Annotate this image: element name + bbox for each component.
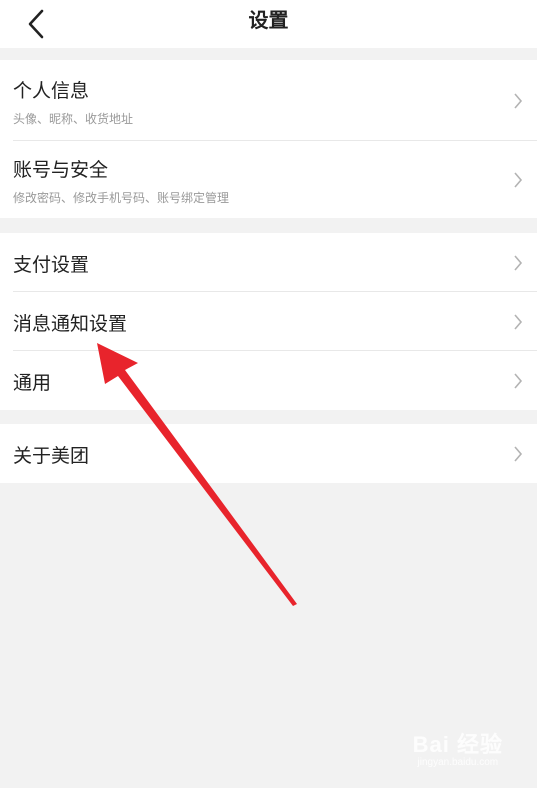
header-bar: 设置 (0, 0, 537, 48)
watermark-main: Bai 经验 (412, 732, 503, 757)
chevron-right-icon (514, 446, 523, 462)
settings-item-title: 账号与安全 (13, 159, 109, 181)
settings-item-personal-info[interactable]: 个人信息 头像、昵称、收货地址 (0, 60, 537, 140)
settings-item-title: 支付设置 (13, 254, 90, 276)
chevron-right-icon (514, 172, 523, 188)
settings-item-title: 关于美团 (13, 445, 90, 467)
settings-group-about: 关于美团 (0, 424, 537, 483)
settings-group-account: 个人信息 头像、昵称、收货地址 账号与安全 修改密码、修改手机号码、账号绑定管理 (0, 60, 537, 218)
settings-item-account-security[interactable]: 账号与安全 修改密码、修改手机号码、账号绑定管理 (0, 141, 537, 218)
settings-item-payment[interactable]: 支付设置 (0, 233, 537, 291)
settings-item-notifications[interactable]: 消息通知设置 (0, 292, 537, 350)
settings-item-title: 通用 (13, 372, 52, 394)
chevron-right-icon (514, 93, 523, 109)
watermark-sub: jingyan.baidu.com (417, 757, 499, 768)
chevron-right-icon (514, 255, 523, 271)
settings-item-title: 个人信息 (13, 80, 90, 102)
settings-item-about[interactable]: 关于美团 (0, 424, 537, 483)
settings-item-title: 消息通知设置 (13, 313, 128, 335)
chevron-right-icon (514, 373, 523, 389)
settings-item-subtitle: 头像、昵称、收货地址 (13, 112, 134, 126)
settings-group-general: 支付设置 消息通知设置 通用 (0, 233, 537, 410)
settings-item-general[interactable]: 通用 (0, 351, 537, 410)
page-title: 设置 (248, 8, 289, 32)
chevron-right-icon (514, 314, 523, 330)
settings-item-subtitle: 修改密码、修改手机号码、账号绑定管理 (13, 191, 230, 205)
watermark-logo: Bai 经验 jingyan.baidu.com (413, 727, 503, 768)
